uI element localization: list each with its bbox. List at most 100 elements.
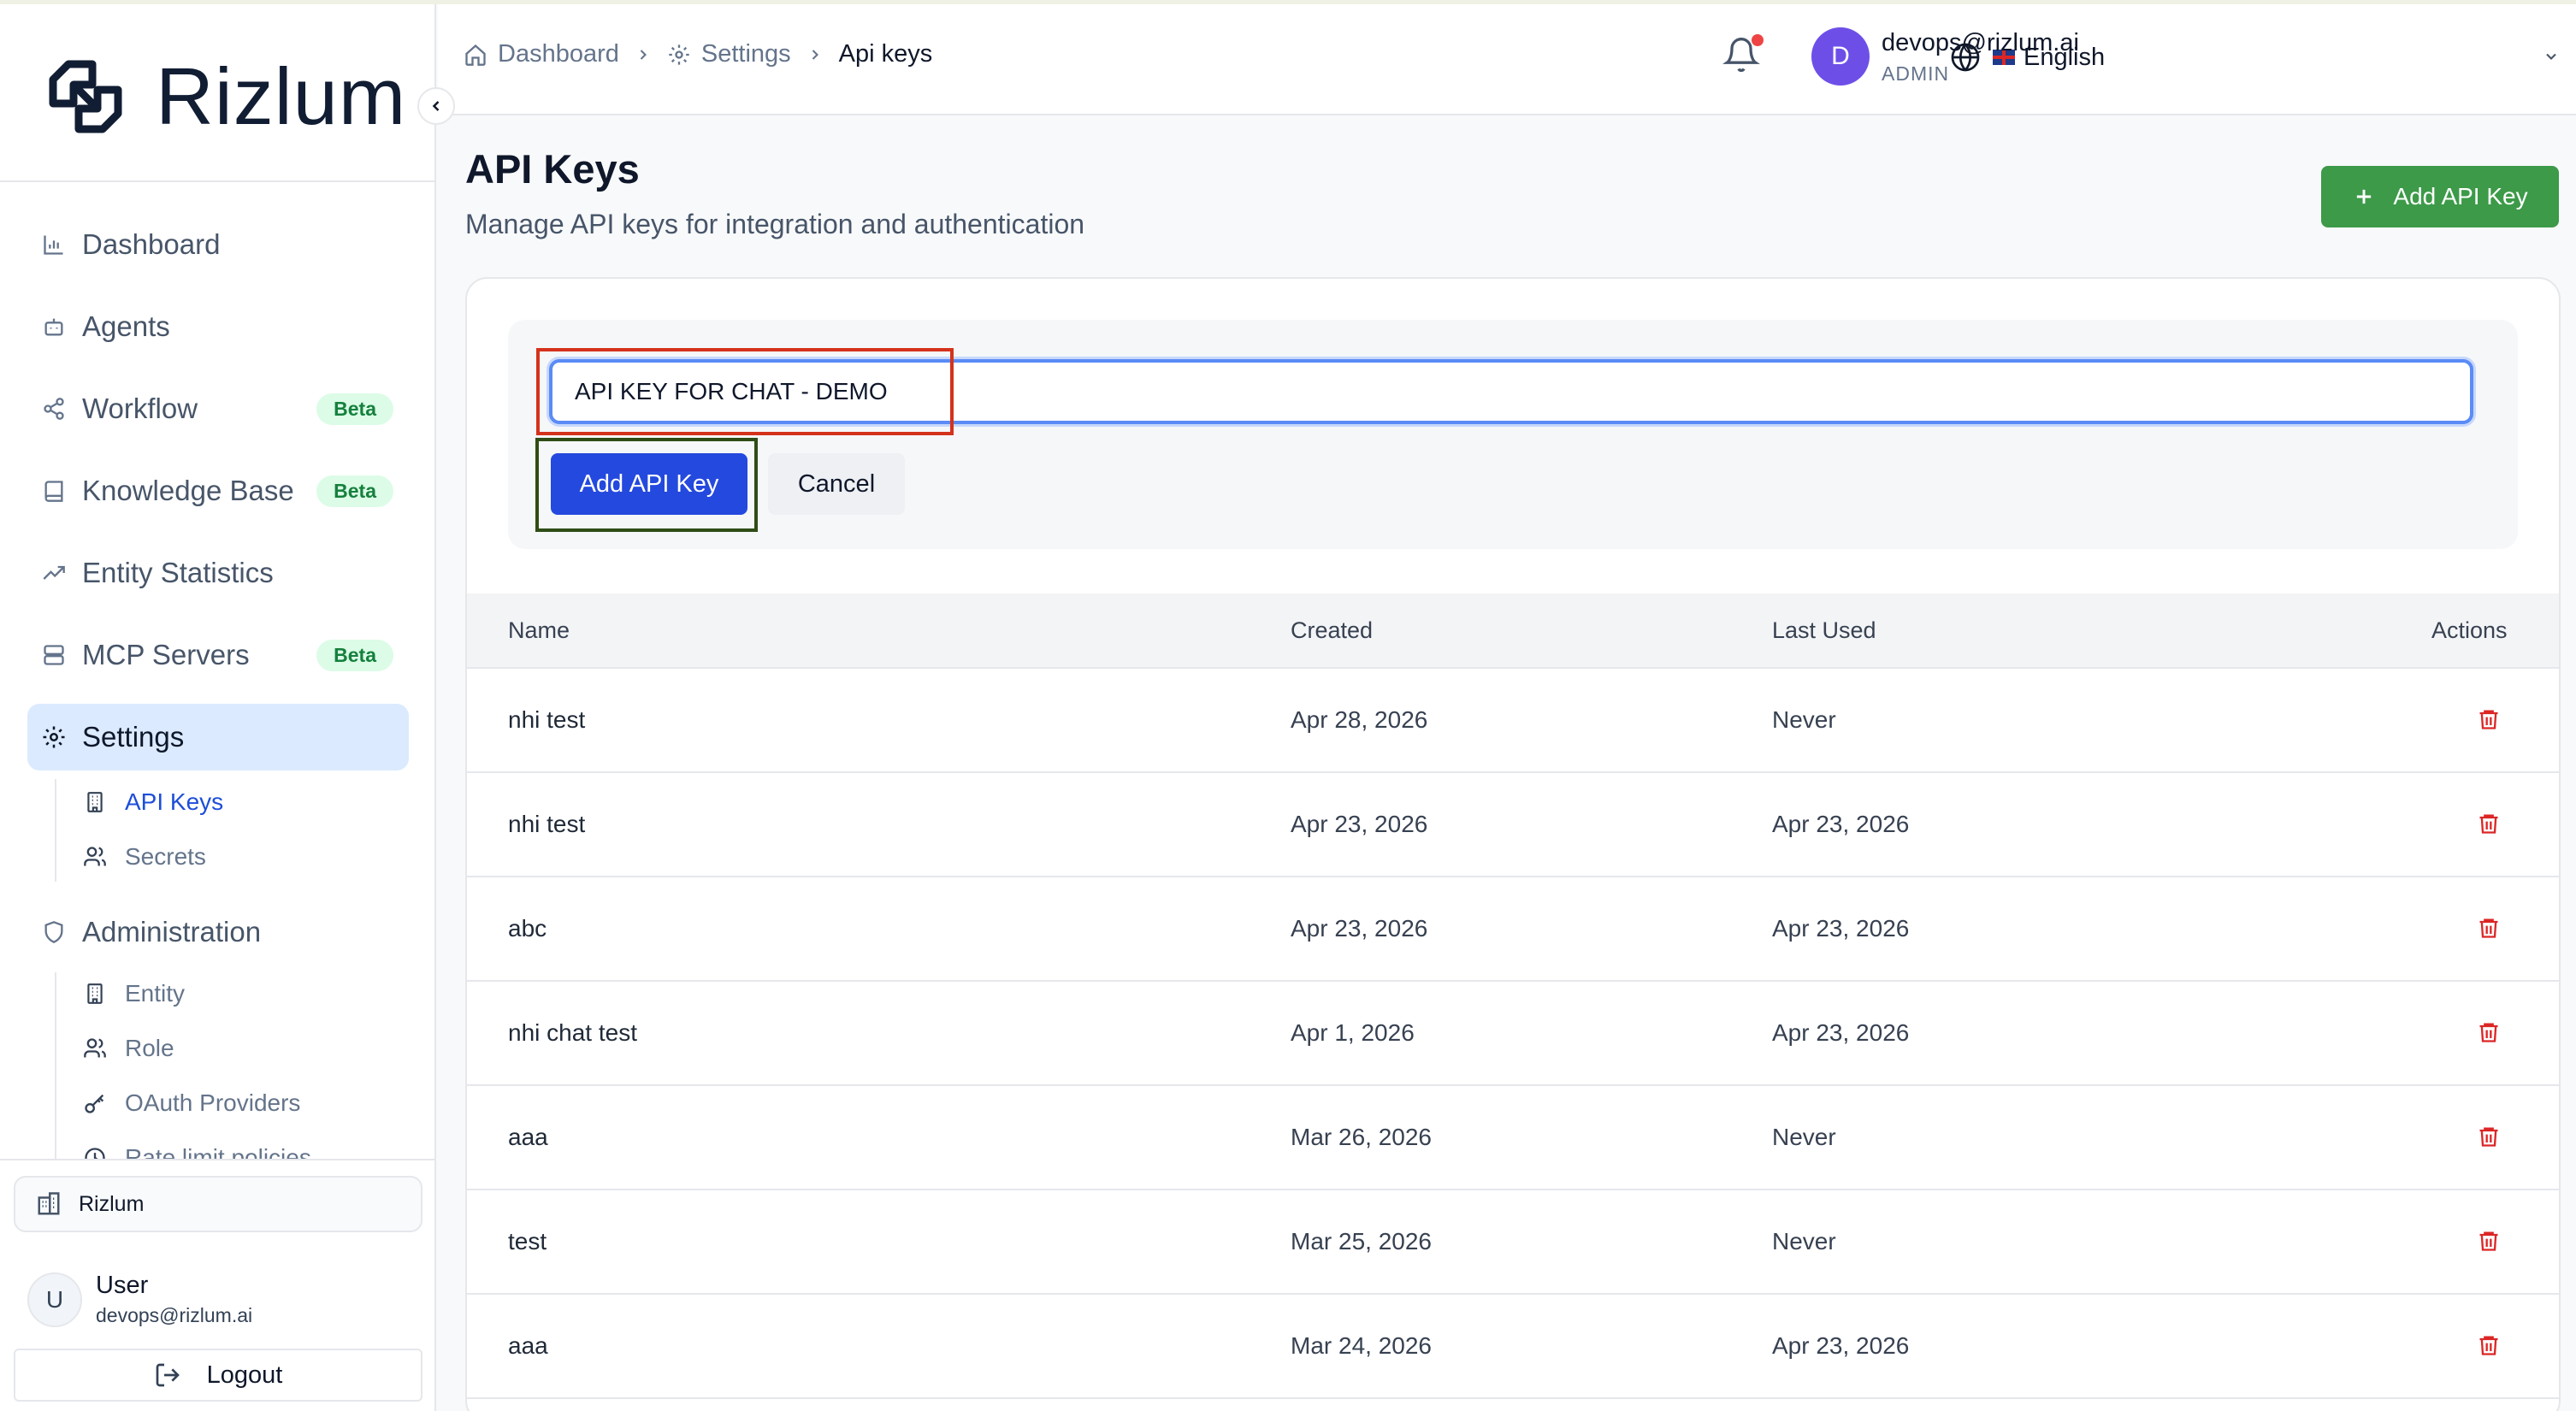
trending-up-icon: [39, 558, 68, 587]
trash-icon[interactable]: [2475, 1226, 2502, 1255]
sidebar-subitem-oauth-providers[interactable]: OAuth Providers: [82, 1082, 300, 1125]
account-role: ADMIN: [1882, 62, 1950, 85]
row-name: nhi test: [508, 811, 586, 837]
plus-icon: [2357, 189, 2372, 204]
table-row: nhi test Apr 28, 2026 Never: [467, 669, 2559, 773]
cancel-button[interactable]: Cancel: [768, 453, 905, 515]
sidebar-item-label: Agents: [82, 310, 170, 342]
trash-icon[interactable]: [2475, 809, 2502, 838]
row-created: Mar 24, 2026: [1291, 1332, 1432, 1359]
sidebar-item-dashboard[interactable]: Dashboard: [27, 211, 409, 278]
home-icon: [464, 42, 489, 68]
row-name: test: [508, 1228, 547, 1255]
row-last-used: Apr 23, 2026: [1772, 915, 1910, 942]
sidebar-subitem-role[interactable]: Role: [82, 1027, 174, 1070]
table-row: aaa Mar 26, 2026 Never: [467, 1086, 2559, 1190]
table-row: test Mar 25, 2026 Never: [467, 1190, 2559, 1295]
table-row: abc Apr 23, 2026 Apr 23, 2026: [467, 877, 2559, 982]
brand-logo[interactable]: Rizlum: [43, 51, 406, 141]
submenu-guide-line: [55, 779, 56, 882]
sidebar-item-agents[interactable]: Agents: [27, 293, 409, 360]
sidebar-subitem-secrets[interactable]: Secrets: [82, 835, 206, 878]
column-header-actions: Actions: [2431, 617, 2508, 643]
breadcrumb-current: Api keys: [838, 40, 933, 68]
users-icon: [82, 1036, 108, 1061]
sidebar-subitem-label: API Keys: [125, 788, 224, 815]
breadcrumb-dashboard[interactable]: Dashboard: [498, 40, 619, 68]
add-api-key-button[interactable]: Add API Key: [2321, 166, 2559, 227]
sidebar-item-label: Settings: [82, 721, 185, 753]
column-header-last-used[interactable]: Last Used: [1772, 617, 1876, 644]
sidebar-item-label: Dashboard: [82, 228, 221, 260]
row-last-used: Apr 23, 2026: [1772, 1332, 1910, 1359]
account-email[interactable]: devops@rizlum.ai: [1882, 29, 2079, 57]
table-header: Name Created Last Used Actions: [467, 593, 2559, 669]
row-created: Apr 28, 2026: [1291, 706, 1428, 733]
beta-badge: Beta: [316, 475, 393, 507]
row-last-used: Apr 23, 2026: [1772, 811, 1910, 837]
sidebar-collapse-button[interactable]: [417, 87, 455, 125]
bot-icon: [39, 312, 68, 341]
top-header: Dashboard Settings Api keys English: [438, 4, 2576, 115]
trash-icon[interactable]: [2475, 1331, 2502, 1360]
sidebar-item-mcp-servers[interactable]: MCP Servers Beta: [27, 622, 409, 688]
row-name: aaa: [508, 1332, 548, 1359]
key-icon: [82, 1090, 108, 1116]
row-name: abc: [508, 915, 547, 942]
page-title: API Keys: [465, 146, 640, 192]
account-avatar[interactable]: D: [1811, 27, 1870, 86]
row-last-used: Never: [1772, 1228, 1836, 1255]
building-icon: [38, 1192, 60, 1215]
api-keys-card: Add API Key Cancel Name Created Last Use…: [465, 277, 2561, 1411]
sidebar-item-knowledge-base[interactable]: Knowledge Base Beta: [27, 458, 409, 524]
sidebar-item-label: Entity Statistics: [82, 557, 274, 588]
trash-icon[interactable]: [2475, 1018, 2502, 1047]
organization-name: Rizlum: [79, 1191, 145, 1216]
sidebar-subitem-rate-limit-policies[interactable]: Rate limit policies: [82, 1136, 311, 1159]
chevron-left-icon: [432, 101, 440, 111]
chevron-down-icon[interactable]: [2540, 48, 2562, 65]
row-name: nhi chat test: [508, 1019, 637, 1046]
sidebar-subitem-label: Role: [125, 1035, 174, 1061]
row-last-used: Never: [1772, 1124, 1836, 1150]
trash-icon[interactable]: [2475, 913, 2502, 942]
sidebar-item-workflow[interactable]: Workflow Beta: [27, 375, 409, 442]
column-header-name[interactable]: Name: [508, 617, 570, 644]
row-name: aaa: [508, 1124, 548, 1150]
user-email: devops@rizlum.ai: [96, 1304, 253, 1326]
column-header-created[interactable]: Created: [1291, 617, 1373, 644]
server-icon: [39, 641, 68, 670]
sidebar-subitem-api-keys[interactable]: API Keys: [82, 781, 223, 824]
gear-icon: [667, 42, 693, 68]
sidebar-item-label: Administration: [82, 916, 262, 948]
sidebar-divider: [0, 180, 436, 182]
book-icon: [39, 476, 68, 505]
logout-label: Logout: [206, 1361, 283, 1389]
chevron-right-icon: [806, 46, 824, 63]
breadcrumb: Dashboard Settings Api keys: [464, 40, 932, 68]
input-highlight-box: [536, 348, 954, 435]
brand-name: Rizlum: [156, 50, 407, 141]
row-created: Mar 25, 2026: [1291, 1228, 1432, 1255]
user-name: User: [96, 1272, 149, 1299]
bar-chart-icon: [39, 230, 68, 259]
logout-button[interactable]: Logout: [14, 1349, 422, 1402]
gear-icon: [39, 723, 68, 752]
clock-icon: [82, 1145, 108, 1159]
organization-switcher[interactable]: Rizlum: [14, 1176, 422, 1232]
table-row: nhi test Apr 23, 2026 Apr 23, 2026: [467, 773, 2559, 877]
sidebar-item-label: MCP Servers: [82, 639, 250, 670]
trash-icon[interactable]: [2475, 1122, 2502, 1151]
share-icon: [39, 394, 68, 423]
sidebar-subitem-entity[interactable]: Entity: [82, 972, 185, 1015]
sidebar-scroll-clip: Rate limit policies: [0, 1130, 434, 1159]
notification-dot: [1752, 34, 1764, 46]
beta-badge: Beta: [316, 639, 393, 671]
sidebar-item-settings[interactable]: Settings: [27, 704, 409, 770]
trash-icon[interactable]: [2475, 705, 2502, 734]
breadcrumb-settings[interactable]: Settings: [701, 40, 791, 68]
shield-icon: [39, 918, 68, 947]
sidebar-item-administration[interactable]: Administration: [27, 899, 409, 965]
sidebar-item-entity-statistics[interactable]: Entity Statistics: [27, 540, 409, 606]
users-icon: [82, 844, 108, 870]
